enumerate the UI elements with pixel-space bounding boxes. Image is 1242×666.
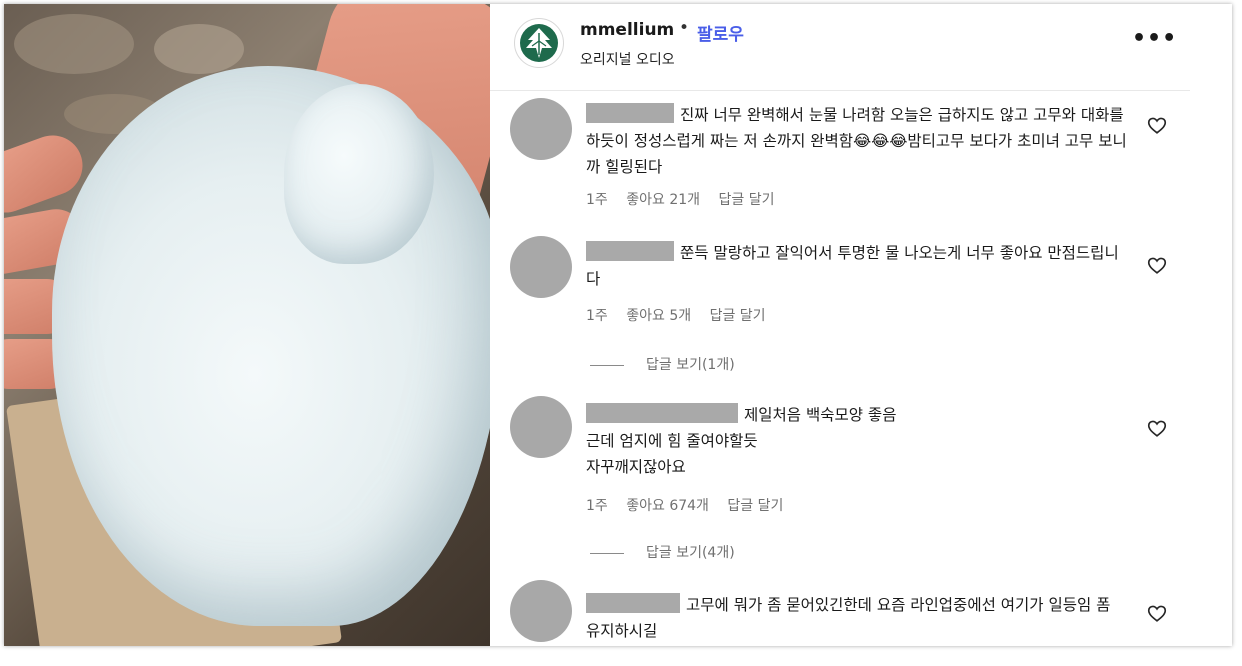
redacted-username bbox=[586, 241, 674, 261]
comments-panel: mmellium • 팔로우 오리지널 오디오 ••• 진짜 너무 완벽해서 눈… bbox=[490, 4, 1232, 646]
more-options-icon[interactable]: ••• bbox=[1132, 26, 1177, 51]
comment-likes[interactable]: 좋아요 21개 bbox=[626, 192, 700, 208]
commenter-avatar[interactable] bbox=[510, 580, 572, 642]
heart-icon[interactable] bbox=[1146, 254, 1168, 276]
account-avatar[interactable] bbox=[514, 18, 564, 68]
header-divider bbox=[490, 90, 1190, 91]
comment-likes[interactable]: 좋아요 674개 bbox=[626, 498, 709, 514]
comment-meta: 1주 좋아요 674개 답글 달기 bbox=[586, 495, 797, 515]
screenshot-frame: mmellium • 팔로우 오리지널 오디오 ••• 진짜 너무 완벽해서 눈… bbox=[4, 4, 1232, 646]
heart-icon[interactable] bbox=[1146, 602, 1168, 624]
post-header: mmellium • 팔로우 오리지널 오디오 ••• bbox=[490, 4, 1232, 90]
audio-label[interactable]: 오리지널 오디오 bbox=[580, 49, 675, 69]
redacted-username bbox=[586, 593, 680, 613]
view-replies-label: 답글 보기(1개) bbox=[646, 357, 735, 373]
comment-time: 1주 bbox=[586, 192, 608, 208]
comment-text: 제일처음 백숙모양 좋음 근데 엄지에 힘 줄여야할듯 자꾸깨지잖아요 bbox=[586, 402, 1128, 480]
commenter-avatar[interactable] bbox=[510, 236, 572, 298]
comment-likes[interactable]: 좋아요 5개 bbox=[626, 308, 691, 324]
comment-text: 진짜 너무 완벽해서 눈물 나려함 오늘은 급하지도 않고 고무와 대화를 하듯… bbox=[586, 102, 1128, 180]
reply-button[interactable]: 답글 달기 bbox=[719, 192, 775, 208]
separator-dot: • bbox=[679, 18, 690, 38]
comment-time: 1주 bbox=[586, 498, 608, 514]
leaf-background bbox=[14, 14, 134, 74]
replies-line bbox=[590, 552, 624, 554]
view-replies-button[interactable]: 답글 보기(1개) bbox=[590, 354, 735, 374]
commenter-avatar[interactable] bbox=[510, 98, 572, 160]
comment-meta: 1주 좋아요 21개 답글 달기 bbox=[586, 189, 788, 209]
heart-icon[interactable] bbox=[1146, 417, 1168, 439]
comment-meta: 1주 좋아요 5개 답글 달기 bbox=[586, 305, 780, 325]
comment-time: 1주 bbox=[586, 308, 608, 324]
white-rubber-fold bbox=[284, 84, 434, 264]
redacted-username bbox=[586, 403, 738, 423]
view-replies-label: 답글 보기(4개) bbox=[646, 545, 735, 561]
reply-button[interactable]: 답글 달기 bbox=[727, 498, 783, 514]
account-username[interactable]: mmellium bbox=[580, 20, 674, 40]
comment-text: 쭌득 말랑하고 잘익어서 투명한 물 나오는게 너무 좋아요 만점드립니다 bbox=[586, 240, 1128, 292]
view-replies-button[interactable]: 답글 보기(4개) bbox=[590, 542, 735, 562]
redacted-username bbox=[586, 103, 674, 123]
post-video[interactable] bbox=[4, 4, 490, 646]
follow-button[interactable]: 팔로우 bbox=[697, 20, 744, 45]
leaf-logo-icon bbox=[520, 24, 558, 62]
comment-text: 고무에 뭐가 좀 묻어있긴한데 요즘 라인업중에선 여기가 일등임 폼 유지하시… bbox=[586, 592, 1128, 644]
heart-icon[interactable] bbox=[1146, 114, 1168, 136]
leaf-background bbox=[154, 24, 244, 74]
replies-line bbox=[590, 364, 624, 366]
reply-button[interactable]: 답글 달기 bbox=[710, 308, 766, 324]
commenter-avatar[interactable] bbox=[510, 396, 572, 458]
